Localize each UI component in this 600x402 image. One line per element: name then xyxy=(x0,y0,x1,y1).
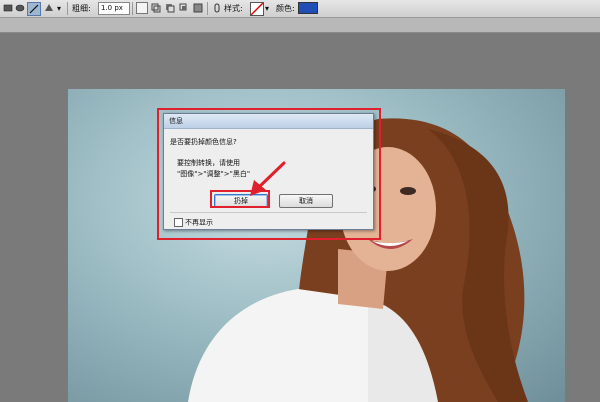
weight-input[interactable]: 1.0 px xyxy=(98,2,130,15)
combine-shape-icon[interactable] xyxy=(150,2,162,14)
color-label: 颜色: xyxy=(276,4,295,13)
no-style-icon[interactable] xyxy=(250,2,264,16)
line-shape-icon[interactable] xyxy=(27,2,41,16)
style-dropdown-arrow-icon[interactable]: ▾ xyxy=(265,2,269,15)
style-label: 样式: xyxy=(224,4,243,13)
dialog-question: 是否要扔掉颜色信息? xyxy=(170,138,237,146)
options-bar: ▾ 粗细: 1.0 px 样式: ▾ 颜色: xyxy=(0,0,600,18)
red-arrow-icon xyxy=(250,161,286,196)
dialog-title: 信息 xyxy=(164,114,373,129)
link-icon[interactable] xyxy=(211,2,223,14)
dont-show-checkbox[interactable] xyxy=(174,218,183,227)
shape-option-1[interactable] xyxy=(136,2,148,14)
intersect-shape-icon[interactable] xyxy=(178,2,190,14)
rectangle-shape-icon[interactable] xyxy=(2,2,14,14)
exclude-shape-icon[interactable] xyxy=(192,2,204,14)
dialog-message-line1: 要控制转换，请使用 xyxy=(177,159,240,167)
dialog-divider xyxy=(170,212,367,213)
subtract-shape-icon[interactable] xyxy=(164,2,176,14)
color-swatch[interactable] xyxy=(298,2,318,14)
dropdown-arrow-icon[interactable]: ▾ xyxy=(57,2,61,15)
weight-label: 粗细: xyxy=(72,4,91,13)
ellipse-shape-icon[interactable] xyxy=(14,2,26,14)
document-tab-strip xyxy=(0,18,600,33)
custom-shape-icon[interactable] xyxy=(43,2,55,14)
dont-show-again[interactable]: 不再显示 xyxy=(174,218,213,228)
dont-show-label: 不再显示 xyxy=(185,218,213,227)
